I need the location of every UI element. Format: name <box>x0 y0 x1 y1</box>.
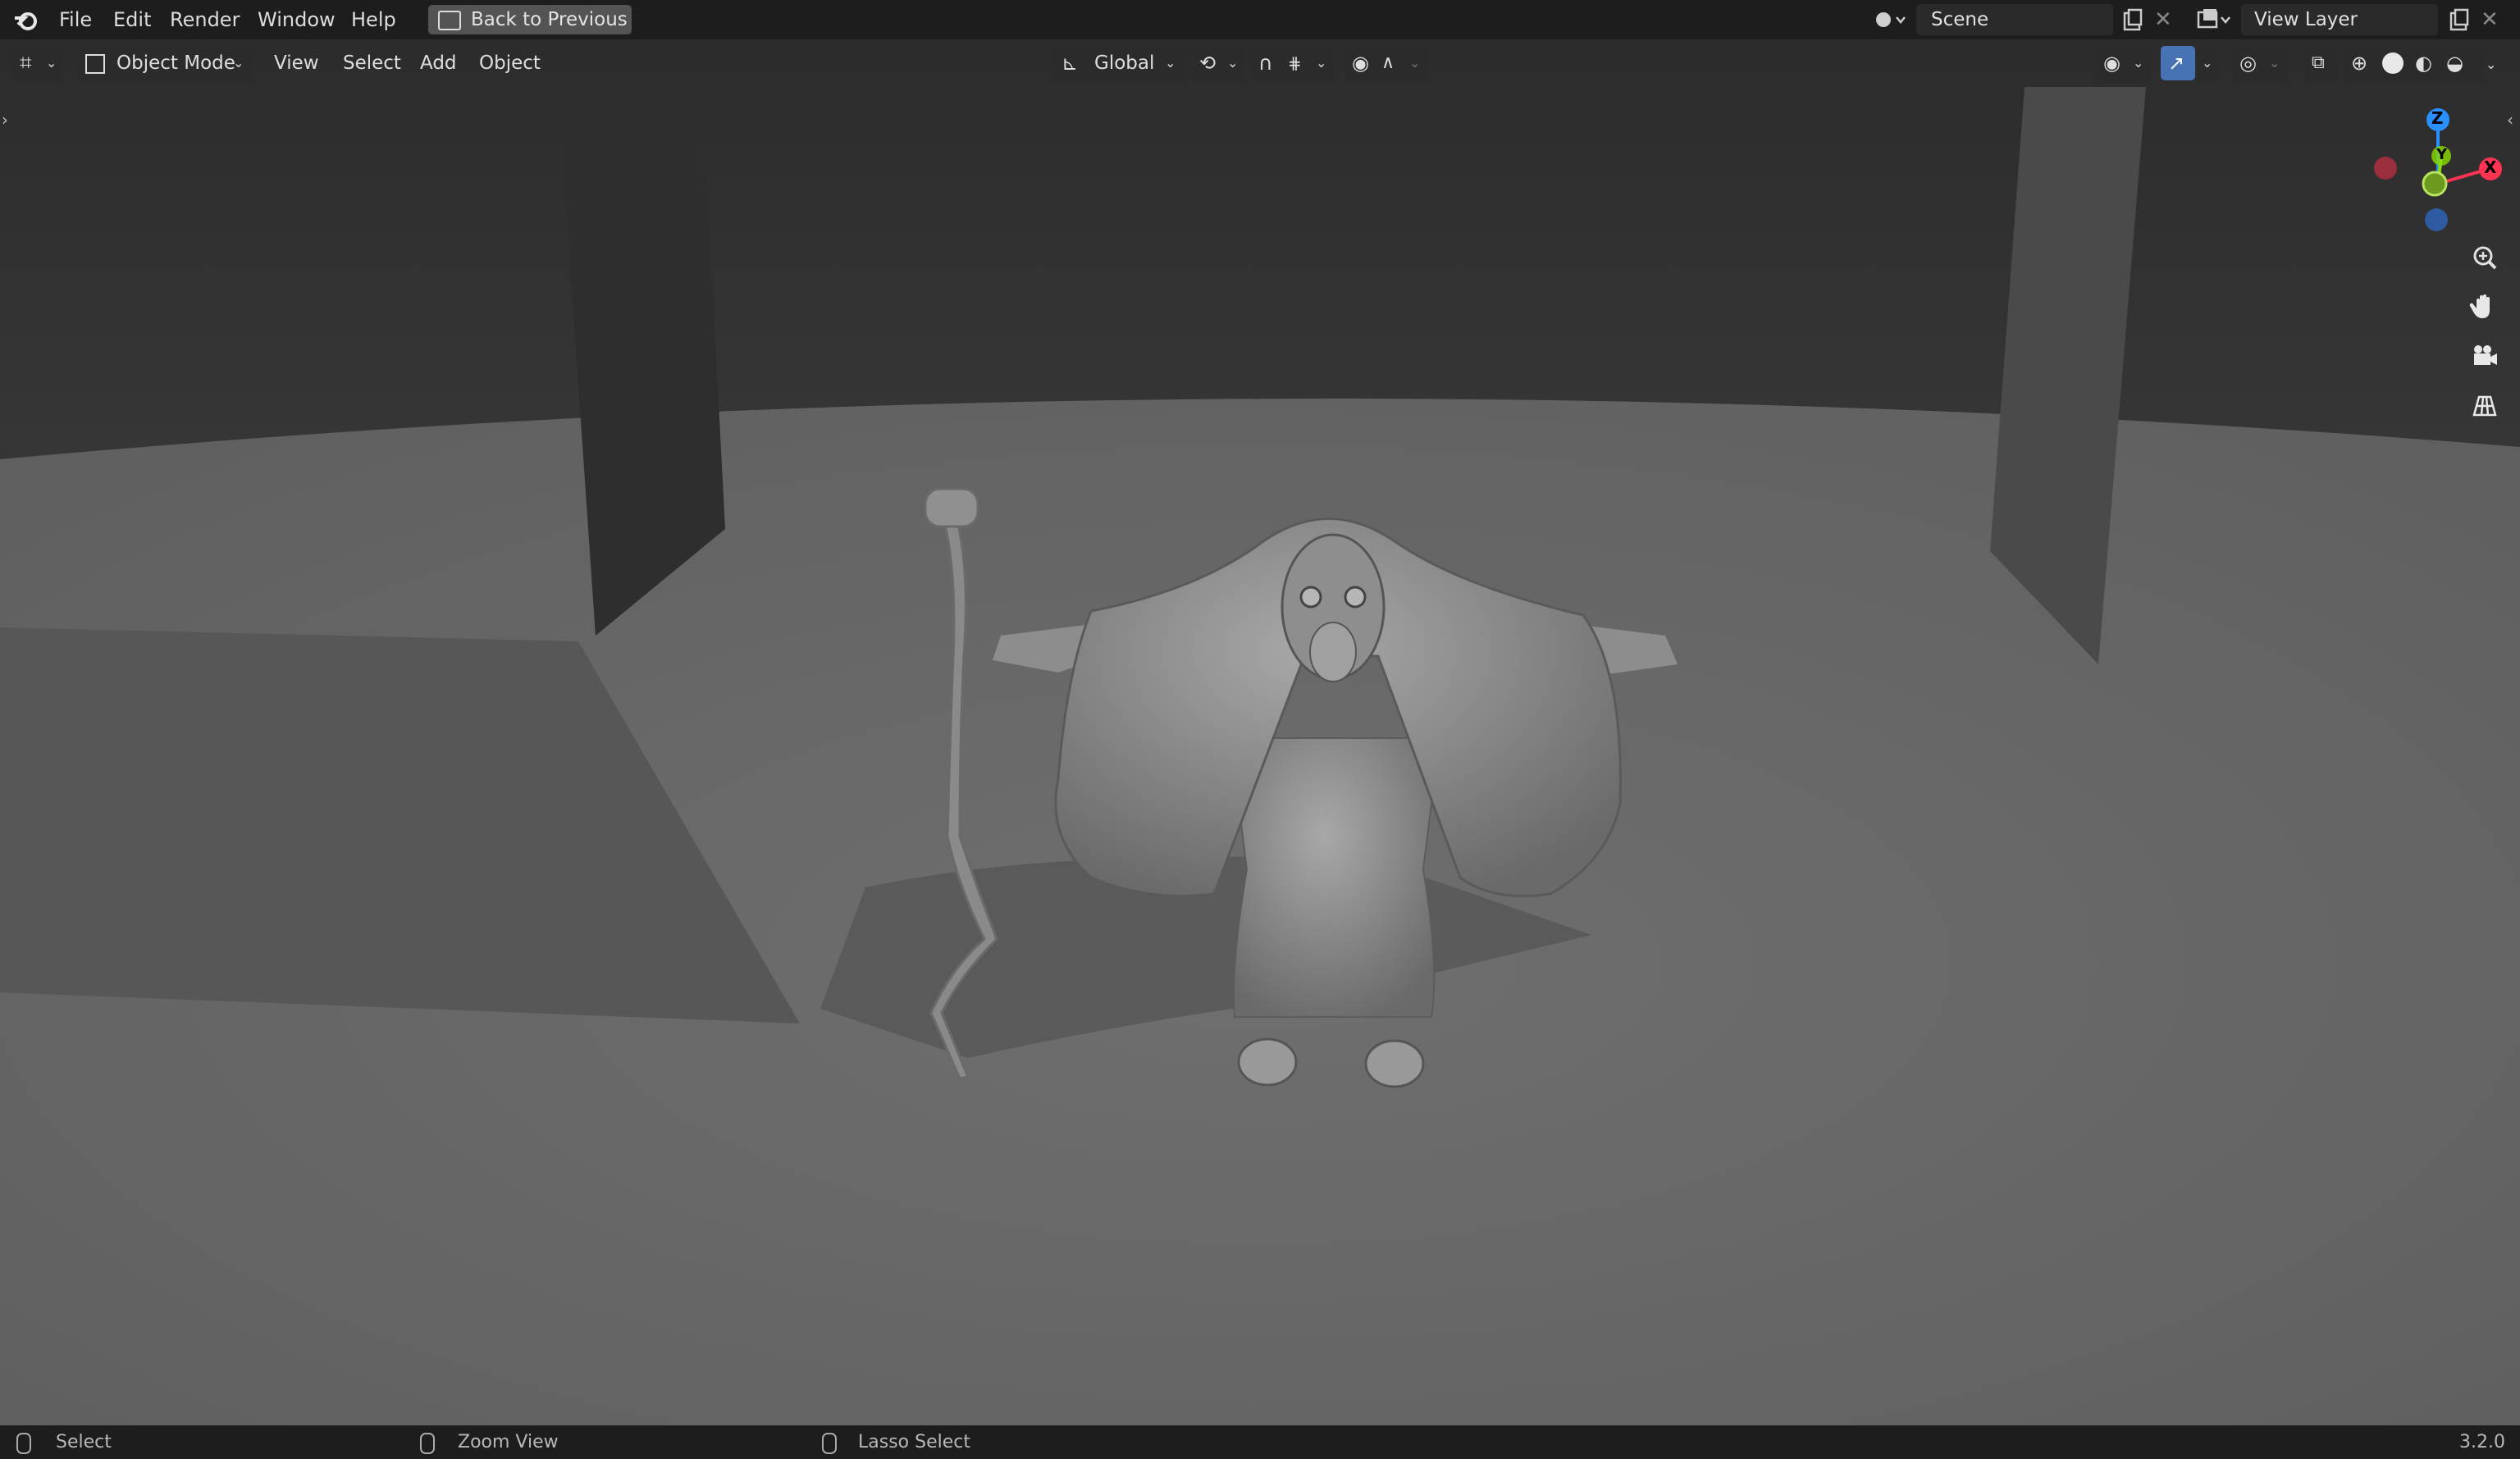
wireframe-shading-icon[interactable]: ⊕ <box>2351 46 2367 80</box>
menu-help[interactable]: Help <box>351 0 396 39</box>
new-view-layer-icon[interactable] <box>2446 8 2471 33</box>
zoom-icon[interactable] <box>2466 239 2504 277</box>
menu-window[interactable]: Window <box>258 0 336 39</box>
blender-version: 3.2.0 <box>2459 1432 2505 1452</box>
visibility-dropdown[interactable]: ◉ ⌄ <box>2097 46 2151 80</box>
sidebar-expand-icon[interactable]: ‹ <box>2507 110 2513 130</box>
rendered-shading-icon[interactable]: ◒ <box>2446 46 2463 80</box>
status-select-hint: Select <box>56 1432 112 1452</box>
menu-select[interactable]: Select <box>343 46 401 80</box>
robe <box>1229 737 1441 1018</box>
magnet-icon: ∩ <box>1258 52 1273 75</box>
top-menu-bar: File Edit Render Window Help Back to Pre… <box>0 0 2520 39</box>
right-foot <box>1364 1039 1425 1088</box>
overlays-icon: ◎ <box>2239 52 2257 75</box>
axis-y-label: Y <box>2436 146 2448 163</box>
toolbar-expand-icon[interactable]: › <box>2 110 8 130</box>
overlays-toggle[interactable]: ◎ ⌄ <box>2233 46 2287 80</box>
status-bar: Select Zoom View Lasso Select 3.2.0 <box>0 1425 2520 1459</box>
axis-x-label: X <box>2484 157 2497 177</box>
mouse-middle-icon <box>420 1433 435 1454</box>
pivot-point-dropdown[interactable]: ⟲ ⌄ <box>1193 46 1244 80</box>
eye-icon: ◉ <box>2103 52 2121 75</box>
xray-toggle[interactable]: ⧉ <box>2305 46 2338 80</box>
snap-toggle[interactable]: ∩ ⋕ ⌄ <box>1252 46 1334 80</box>
perspective-ortho-icon[interactable] <box>2466 387 2504 425</box>
left-foot <box>1237 1037 1298 1087</box>
menu-view[interactable]: View <box>274 46 319 80</box>
gizmo-icon: ↗ <box>2168 52 2185 75</box>
chevron-down-icon: ⌄ <box>46 55 57 71</box>
nose <box>1309 622 1357 682</box>
navigation-gizmo[interactable]: Z Y X <box>2372 102 2504 236</box>
orientation-axes-icon: ⊾ <box>1061 52 1079 75</box>
axis-z-label: Z <box>2431 108 2444 128</box>
new-scene-icon[interactable] <box>2120 8 2144 33</box>
editor-type-button[interactable]: ⌗ ⌄ <box>11 46 62 80</box>
delete-view-layer-icon[interactable]: ✕ <box>2481 8 2504 31</box>
status-lasso-select-hint: Lasso Select <box>858 1432 970 1452</box>
chevron-down-icon: ⌄ <box>1165 55 1176 71</box>
view-layer-name-field[interactable]: View Layer <box>2241 4 2438 35</box>
3d-viewport-editor-icon: ⌗ <box>20 51 32 75</box>
object-mode-label: Object Mode <box>116 52 235 74</box>
back-to-previous-label: Back to Previous <box>471 9 628 30</box>
pivot-icon: ⟲ <box>1199 52 1217 75</box>
3d-viewport[interactable] <box>0 39 2520 1425</box>
gizmo-toggle[interactable]: ↗ <box>2161 46 2195 80</box>
mouse-right-icon <box>822 1433 837 1454</box>
mouse-left-icon <box>16 1433 31 1454</box>
scene-browse-icon[interactable] <box>1872 7 1908 33</box>
delete-scene-icon[interactable]: ✕ <box>2154 8 2177 31</box>
menu-render[interactable]: Render <box>170 0 240 39</box>
chevron-down-icon: ⌄ <box>1227 55 1239 71</box>
staff-top <box>924 487 979 528</box>
material-preview-icon[interactable]: ◐ <box>2415 46 2432 80</box>
proportional-edit-icon: ◉ <box>1352 52 1369 75</box>
transform-orientation-label: Global <box>1094 52 1155 74</box>
menu-edit[interactable]: Edit <box>113 0 151 39</box>
solid-shading-icon[interactable] <box>2382 52 2404 74</box>
view-layer-name: View Layer <box>2254 9 2358 30</box>
chevron-down-icon: ⌄ <box>2133 55 2144 71</box>
back-to-previous-button[interactable]: Back to Previous <box>428 5 632 34</box>
chevron-down-icon: ⌄ <box>1409 55 1421 71</box>
transform-orientation-dropdown[interactable]: ⊾ Global ⌄ <box>1053 46 1185 80</box>
back-arrow-icon <box>438 11 461 30</box>
xray-icon: ⧉ <box>2312 52 2325 73</box>
chevron-down-icon: ⌄ <box>233 55 244 71</box>
chevron-down-icon: ⌄ <box>2486 57 2497 72</box>
object-mode-icon <box>85 54 105 74</box>
gizmo-dropdown[interactable]: ⌄ <box>2197 46 2220 80</box>
shading-modes: ⊕ ◐ ◒ <box>2344 46 2484 80</box>
chevron-down-icon: ⌄ <box>2202 55 2213 71</box>
snap-increment-icon: ⋕ <box>1288 53 1302 73</box>
blender-logo-icon[interactable] <box>13 8 38 31</box>
scene-name-field[interactable]: Scene <box>1916 4 2113 35</box>
menu-file[interactable]: File <box>59 0 92 39</box>
proportional-editing-toggle[interactable]: ◉ ∧ ⌄ <box>1345 46 1427 80</box>
view-layer-browse-icon[interactable] <box>2195 7 2235 33</box>
object-mode-dropdown[interactable]: Object Mode ⌄ <box>77 46 253 80</box>
chevron-down-icon: ⌄ <box>1316 55 1327 71</box>
status-zoom-view-hint: Zoom View <box>458 1432 559 1452</box>
pan-hand-icon[interactable] <box>2466 289 2504 326</box>
menu-add[interactable]: Add <box>420 46 457 80</box>
camera-view-icon[interactable] <box>2466 338 2504 376</box>
shading-dropdown[interactable]: ⌄ <box>2486 46 2509 80</box>
falloff-curve-icon: ∧ <box>1381 52 1395 73</box>
menu-object[interactable]: Object <box>479 46 541 80</box>
scene-name: Scene <box>1931 9 1989 30</box>
scene-render <box>0 39 2520 1425</box>
chevron-down-icon: ⌄ <box>2269 55 2280 71</box>
